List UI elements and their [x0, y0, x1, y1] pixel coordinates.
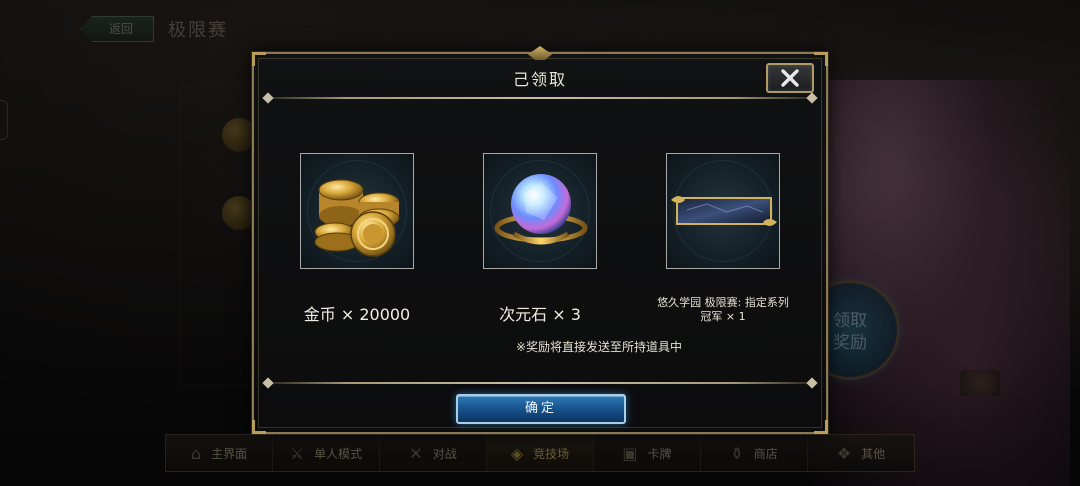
title-badge-icon — [671, 196, 777, 226]
close-button[interactable] — [766, 63, 814, 93]
delivery-note: ※奖励将直接发送至所持道具中 — [515, 340, 683, 354]
close-icon — [781, 69, 799, 87]
title-divider — [266, 97, 814, 99]
confirm-button[interactable]: 确定 — [456, 394, 626, 424]
corner-ornament — [252, 420, 266, 434]
corner-ornament — [814, 52, 828, 66]
reward-label-dimension-stone: 次元石 × 3 — [499, 305, 581, 324]
corner-ornament — [814, 420, 828, 434]
dimension-stone-icon — [494, 174, 588, 245]
reward-label-gold: 金币 × 20000 — [303, 305, 411, 324]
reward-item-dimension-stone[interactable] — [483, 153, 597, 269]
reward-claimed-dialog: 己领取 金币 × 20000 次元石 × 3 悠久学园 极限赛: 指定系列 冠军… — [252, 46, 828, 434]
reward-label-title: 悠久学园 极限赛: 指定系列 冠军 × 1 — [657, 296, 789, 323]
footer-divider — [266, 382, 814, 384]
corner-ornament — [252, 52, 266, 66]
dialog-title: 己领取 — [512, 70, 567, 89]
gold-coins-icon — [314, 179, 400, 257]
reward-item-gold[interactable] — [300, 153, 414, 269]
reward-item-title[interactable] — [666, 153, 780, 269]
